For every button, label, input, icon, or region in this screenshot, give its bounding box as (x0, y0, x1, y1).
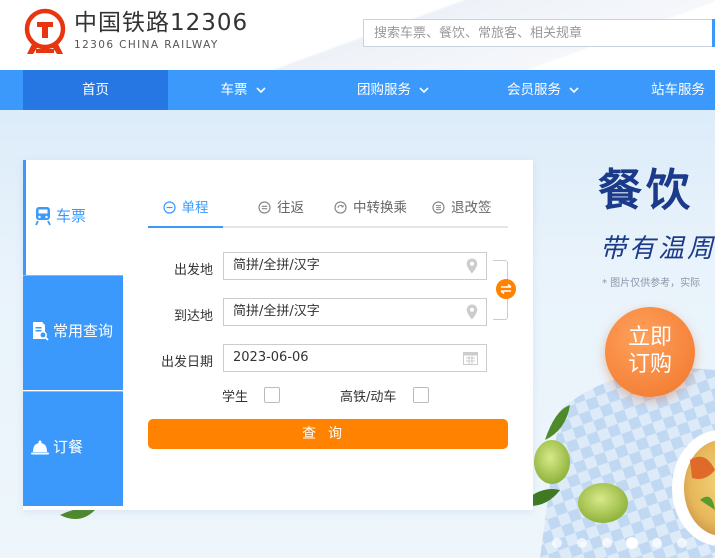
from-station-value: 简拼/全拼/汉字 (233, 258, 320, 273)
query-button[interactable]: 查询 (148, 419, 508, 449)
to-station-value: 简拼/全拼/汉字 (233, 304, 320, 319)
highspeed-checkbox[interactable] (413, 387, 429, 403)
brand-subtitle: 12306 CHINA RAILWAY (74, 39, 219, 51)
side-tab-tickets[interactable]: 车票 (23, 160, 123, 275)
trip-type-tabs: 单程 往返 中转换乘 退改签 (148, 196, 508, 228)
carousel-dot[interactable] (652, 538, 662, 548)
divider (23, 275, 123, 276)
from-station-input[interactable]: 简拼/全拼/汉字 (223, 252, 487, 280)
tab-round-trip[interactable]: 往返 (258, 196, 304, 226)
tab-label: 中转换乘 (353, 200, 407, 216)
query-button-label: 查询 (302, 426, 354, 442)
date-label: 出发日期 (160, 355, 213, 370)
tab-label: 往返 (277, 200, 304, 216)
brand-name: 中国铁路12306 (74, 10, 249, 36)
calendar-icon (463, 352, 478, 365)
nav-item-label: 团购服务 (357, 82, 411, 98)
order-now-label-line1: 立即 (627, 325, 672, 350)
booking-panel: 车票 常用查询 订餐 单程 往返 中转换乘 退改签 出发地 简拼/全拼/汉字 到… (23, 160, 533, 510)
side-tab-label: 常用查询 (53, 322, 114, 340)
transfer-circle-icon (334, 201, 347, 214)
nav-item-group-service[interactable]: 团购服务 (318, 70, 468, 110)
meal-cloche-icon (31, 440, 49, 455)
student-checkbox[interactable] (264, 387, 280, 403)
chevron-down-icon (255, 87, 266, 93)
site-header: 中国铁路12306 12306 CHINA RAILWAY (0, 0, 715, 70)
side-tab-common-queries[interactable]: 常用查询 (23, 275, 123, 390)
nav-item-label: 会员服务 (507, 82, 561, 98)
side-tab-label: 车票 (56, 207, 87, 225)
location-pin-icon (466, 304, 478, 320)
list-circle-icon (432, 201, 445, 214)
tab-label: 单程 (181, 200, 209, 216)
swap-icon (500, 283, 512, 295)
chevron-down-icon (419, 87, 429, 93)
nav-item-tickets[interactable]: 车票 (168, 70, 318, 110)
carousel-dot[interactable] (577, 538, 587, 548)
search-box (363, 19, 715, 47)
order-now-label-line2: 订购 (627, 352, 672, 377)
nav-item-home[interactable]: 首页 (23, 70, 168, 110)
tab-refund-change[interactable]: 退改签 (432, 196, 492, 226)
tab-transfer[interactable]: 中转换乘 (334, 196, 407, 226)
nav-item-member-service[interactable]: 会员服务 (468, 70, 618, 110)
side-tab-meal-order[interactable]: 订餐 (23, 391, 123, 506)
order-now-button[interactable]: 立即 订购 (605, 307, 695, 397)
tab-label: 退改签 (451, 200, 492, 216)
promo-disclaimer: * 图片仅供参考，实际 (602, 278, 701, 289)
promo-subtitle: 带有温周 (600, 234, 715, 264)
divider (23, 391, 123, 392)
highspeed-label: 高铁/动车 (340, 390, 397, 405)
carousel-dot[interactable] (552, 538, 562, 548)
from-label: 出发地 (173, 263, 213, 278)
to-station-input[interactable]: 简拼/全拼/汉字 (223, 298, 487, 326)
carousel-dot-active[interactable] (626, 537, 638, 549)
chevron-down-icon (569, 87, 579, 93)
to-label: 到达地 (173, 309, 213, 324)
railway-logo-icon[interactable] (23, 8, 67, 56)
nav-item-label: 首页 (82, 82, 109, 98)
departure-date-value: 2023-06-06 (233, 350, 309, 365)
carousel-dot[interactable] (602, 538, 612, 548)
side-tabs: 车票 常用查询 订餐 (23, 160, 123, 510)
swap-button[interactable] (496, 279, 516, 299)
minus-circle-icon (162, 201, 176, 214)
search-input[interactable] (364, 20, 714, 46)
side-tab-label: 订餐 (53, 438, 84, 456)
location-pin-icon (466, 258, 478, 274)
student-label: 学生 (222, 390, 249, 405)
departure-date-input[interactable]: 2023-06-06 (223, 344, 487, 372)
nav-item-station-service[interactable]: 站车服务 (618, 70, 715, 110)
train-icon (35, 207, 51, 226)
promo-title: 餐饮 (598, 165, 694, 216)
nav-item-label: 站车服务 (651, 82, 705, 98)
nav-item-label: 车票 (220, 82, 248, 98)
tab-one-way[interactable]: 单程 (148, 196, 223, 228)
document-search-icon (33, 322, 49, 341)
equals-circle-icon (258, 201, 271, 214)
carousel-dot[interactable] (677, 538, 687, 548)
main-nav: 首页 车票 团购服务 会员服务 站车服务 (0, 70, 715, 110)
